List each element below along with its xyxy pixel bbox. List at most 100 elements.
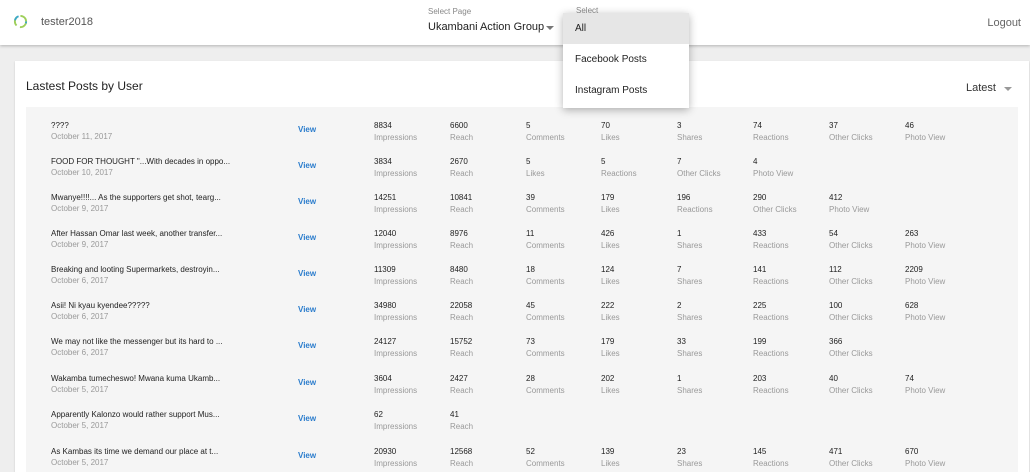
metric-value: 263	[905, 229, 919, 238]
metric-cell: 12040 Impressions	[374, 229, 446, 250]
dropdown-option-instagram-posts[interactable]: Instagram Posts	[563, 75, 689, 106]
metric-label: Likes	[601, 205, 620, 214]
metric-cell: 433 Reactions	[753, 229, 825, 250]
metric-label: Impressions	[374, 459, 418, 468]
metric-value: 2427	[450, 374, 468, 383]
metric-cell: 628 Photo View	[905, 301, 977, 322]
posts-card: Lastest Posts by User Latest ???? October…	[15, 61, 1029, 472]
post-row: ???? October 11, 2017 View 8834 Impressions 6…	[26, 121, 1018, 151]
metric-cell: 12568 Reach	[450, 447, 522, 468]
metric-label: Reach	[450, 133, 474, 142]
dropdown-option-facebook-posts[interactable]: Facebook Posts	[563, 44, 689, 75]
post-date: October 11, 2017	[51, 132, 113, 141]
sort-dropdown[interactable]: Latest	[966, 82, 996, 94]
post-row: Wakamba tumecheswo! Mwana kuma Ukamb... O…	[26, 374, 1018, 404]
metric-label: Other Clicks	[829, 133, 873, 142]
metric-value: 202	[601, 374, 615, 383]
post-text: FOOD FOR THOUGHT "...With decades in opp…	[51, 157, 231, 166]
metric-value: 222	[601, 301, 615, 310]
view-link[interactable]: View	[298, 414, 316, 423]
metric-cell: 52 Comments	[526, 447, 598, 468]
view-link[interactable]: View	[298, 451, 316, 460]
post-text: As Kambas its time we demand our place a…	[51, 447, 219, 456]
metric-value: 1	[677, 229, 682, 238]
metric-label: Impressions	[374, 133, 418, 142]
metric-cell: 74 Reactions	[753, 121, 825, 142]
metric-cell: 39 Comments	[526, 193, 598, 214]
post-date: October 5, 2017	[51, 421, 109, 430]
view-link[interactable]: View	[298, 269, 316, 278]
post-date: October 9, 2017	[51, 240, 109, 249]
metric-cell: 5 Likes	[526, 157, 598, 178]
metric-label: Reactions	[753, 133, 789, 142]
metric-cell: 2670 Reach	[450, 157, 522, 178]
metric-label: Photo View	[905, 459, 946, 468]
metric-label: Likes	[601, 349, 620, 358]
metric-label: Impressions	[374, 169, 418, 178]
chevron-down-icon[interactable]	[546, 26, 554, 30]
metric-value: 290	[753, 193, 767, 202]
metric-cell: 225 Reactions	[753, 301, 825, 322]
metric-label: Reach	[450, 349, 474, 358]
metric-cell: 366 Other Clicks	[829, 337, 901, 358]
chevron-down-icon[interactable]	[1004, 87, 1012, 91]
view-link[interactable]: View	[298, 197, 316, 206]
metric-value: 7	[677, 265, 682, 274]
metric-value: 2209	[905, 265, 923, 274]
metric-label: Reach	[450, 169, 474, 178]
metric-label: Impressions	[374, 349, 418, 358]
metric-label: Comments	[526, 133, 565, 142]
metric-cell: 10841 Reach	[450, 193, 522, 214]
view-link[interactable]: View	[298, 161, 316, 170]
select-page-dropdown[interactable]: Ukambani Action Group	[428, 21, 544, 33]
post-row: We may not like the messenger but its ha…	[26, 337, 1018, 367]
metric-label: Likes	[601, 459, 620, 468]
metric-cell: 141 Reactions	[753, 265, 825, 286]
metric-label: Impressions	[374, 241, 418, 250]
metric-label: Impressions	[374, 313, 418, 322]
metric-value: 4	[753, 157, 758, 166]
view-link[interactable]: View	[298, 233, 316, 242]
metric-value: 196	[677, 193, 691, 202]
metric-cell: 412 Photo View	[829, 193, 901, 214]
metric-label: Impressions	[374, 422, 418, 431]
post-row: Apparently Kalonzo would rather support …	[26, 410, 1018, 440]
metric-value: 179	[601, 337, 615, 346]
metric-value: 100	[829, 301, 843, 310]
metric-value: 3834	[374, 157, 392, 166]
post-date: October 5, 2017	[51, 458, 109, 467]
metric-label: Comments	[526, 459, 565, 468]
post-text: Wakamba tumecheswo! Mwana kuma Ukamb...	[51, 374, 221, 383]
metric-cell: 40 Other Clicks	[829, 374, 901, 395]
metric-cell: 18 Comments	[526, 265, 598, 286]
metric-value: 74	[905, 374, 914, 383]
metric-label: Reach	[450, 422, 474, 431]
view-link[interactable]: View	[298, 125, 316, 134]
metric-value: 12568	[450, 447, 473, 456]
metric-label: Comments	[526, 277, 565, 286]
metric-value: 54	[829, 229, 838, 238]
metric-value: 39	[526, 193, 535, 202]
logout-button[interactable]: Logout	[987, 17, 1021, 29]
view-link[interactable]: View	[298, 378, 316, 387]
metric-value: 34980	[374, 301, 397, 310]
metric-cell: 2209 Photo View	[905, 265, 977, 286]
dropdown-option-all[interactable]: All	[563, 13, 689, 44]
metric-value: 5	[526, 157, 531, 166]
metric-value: 8976	[450, 229, 468, 238]
metric-value: 5	[526, 121, 531, 130]
view-link[interactable]: View	[298, 305, 316, 314]
metric-value: 225	[753, 301, 767, 310]
metric-cell: 28 Comments	[526, 374, 598, 395]
metric-value: 10841	[450, 193, 473, 202]
view-link[interactable]: View	[298, 341, 316, 350]
metric-cell: 23 Shares	[677, 447, 749, 468]
metric-value: 8834	[374, 121, 392, 130]
metric-label: Photo View	[905, 277, 946, 286]
metric-cell: 22058 Reach	[450, 301, 522, 322]
post-row: Asii! Ni kyau kyendee????? October 6, 201…	[26, 301, 1018, 331]
metric-cell: 15752 Reach	[450, 337, 522, 358]
post-text: We may not like the messenger but its ha…	[51, 337, 223, 346]
metric-label: Photo View	[905, 241, 946, 250]
metric-label: Other Clicks	[829, 459, 873, 468]
